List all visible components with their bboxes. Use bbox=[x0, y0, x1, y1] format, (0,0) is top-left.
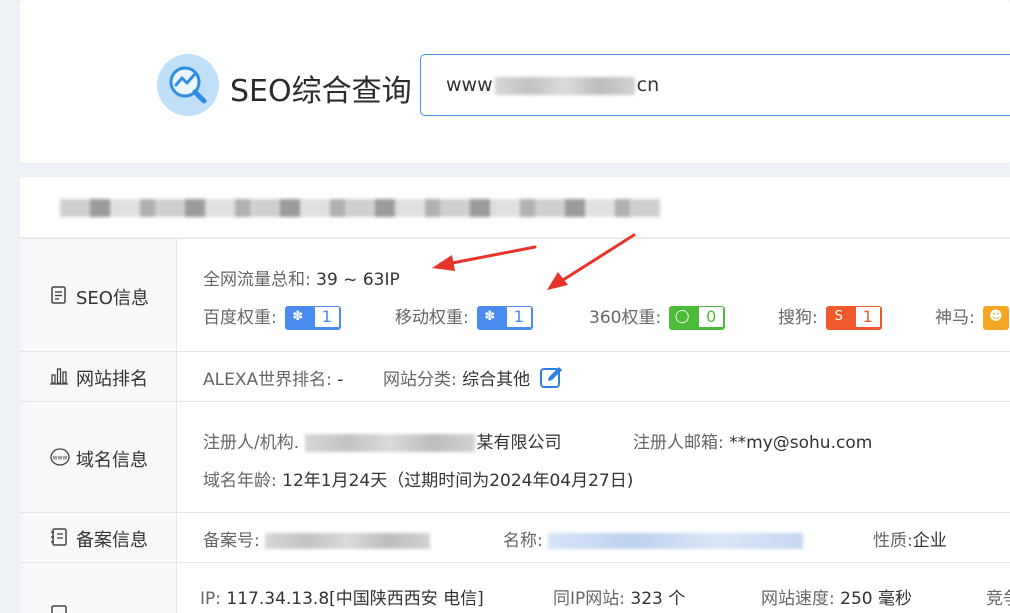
arrow-to-mobile-weight bbox=[547, 233, 636, 290]
arrow-to-traffic bbox=[432, 245, 537, 271]
annotation-arrows bbox=[432, 233, 636, 290]
